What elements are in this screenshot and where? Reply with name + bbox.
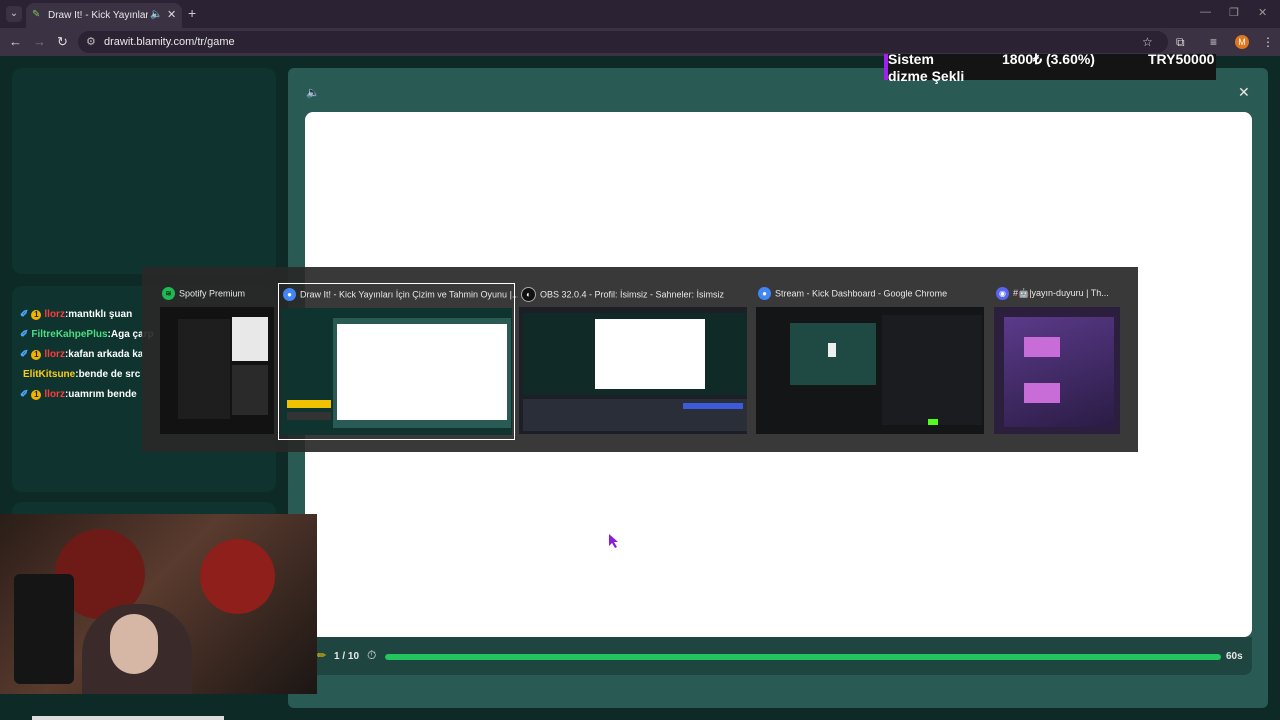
profile-avatar[interactable]: M bbox=[1235, 35, 1249, 49]
media-icon[interactable]: ≡ bbox=[1210, 35, 1217, 49]
switcher-item-discord[interactable]: ◉ #🤖|yayın-duyuru | Th... bbox=[992, 283, 1122, 438]
switcher-thumbnail bbox=[756, 307, 984, 434]
address-bar[interactable]: ⚙ drawit.blamity.com/tr/game bbox=[78, 31, 1168, 53]
chat-message: ✐ FiltreKahpePlus:Aga çarp bbox=[20, 329, 154, 340]
extensions-icon[interactable]: ⧉ bbox=[1176, 35, 1185, 50]
chat-username[interactable]: llorz bbox=[44, 309, 65, 320]
switcher-thumbnail bbox=[519, 307, 747, 434]
chrome-icon: ● bbox=[758, 287, 771, 300]
pin-icon: ✐ bbox=[20, 389, 29, 400]
chat-message: ElitKitsune:bende de src bbox=[20, 369, 140, 380]
gaming-chair bbox=[14, 574, 74, 684]
tab-strip: ⌄ ✎ Draw It! - Kick Yayınları İçin 🔈 ✕ +… bbox=[0, 0, 1280, 28]
chat-message: ✐ 1 llorz:mantıklı şuan bbox=[20, 309, 132, 320]
subscriber-badge-icon: 1 bbox=[31, 310, 42, 320]
switcher-title: #🤖|yayın-duyuru | Th... bbox=[1013, 288, 1109, 298]
chat-message: ✐ 1 llorz:kafan arkada ka bbox=[20, 349, 143, 360]
subscriber-badge-icon: 1 bbox=[31, 350, 42, 360]
pin-icon: ✐ bbox=[20, 349, 29, 360]
close-modal-icon[interactable]: ✕ bbox=[1238, 84, 1250, 101]
chat-message: ✐ 1 llorz:uamrım bende bbox=[20, 389, 137, 400]
restore-icon[interactable]: ❐ bbox=[1229, 6, 1239, 19]
timer-progress-bar bbox=[385, 654, 1221, 660]
switcher-thumbnail bbox=[281, 308, 512, 435]
pin-icon: ✐ bbox=[20, 309, 29, 320]
taskbar-edge bbox=[32, 716, 224, 720]
goal-amount: 1800₺ (3.60%) bbox=[1002, 51, 1095, 67]
chat-text: :mantıklı şuan bbox=[64, 309, 133, 320]
switcher-item-draw-it[interactable]: ● Draw It! - Kick Yayınları İçin Çizim ve… bbox=[278, 283, 518, 440]
close-window-icon[interactable]: ✕ bbox=[1258, 6, 1267, 19]
speaker-icon[interactable]: 🔈 bbox=[150, 9, 162, 20]
chat-username[interactable]: ElitKitsune bbox=[23, 369, 75, 380]
pencil-favicon-icon: ✎ bbox=[32, 9, 41, 20]
new-tab-button[interactable]: + bbox=[188, 5, 196, 21]
chat-username[interactable]: llorz bbox=[44, 389, 65, 400]
switcher-title: Draw It! - Kick Yayınları İçin Çizim ve … bbox=[300, 289, 518, 300]
sound-icon[interactable]: 🔈 bbox=[306, 86, 320, 99]
donation-goal-overlay: Sistem dizme Şekli 1800₺ (3.60%) TRY5000… bbox=[884, 51, 1216, 84]
bookmark-star-icon[interactable]: ☆ bbox=[1142, 35, 1153, 49]
goal-target: TRY50000 bbox=[1148, 51, 1215, 67]
switcher-header: ≋ Spotify Premium bbox=[162, 287, 280, 303]
switcher-thumbnail bbox=[160, 307, 274, 434]
chat-username[interactable]: FiltreKahpePlus bbox=[31, 329, 107, 340]
switcher-header: ● Draw It! - Kick Yayınları İçin Çizim ve… bbox=[283, 288, 518, 304]
webcam-overlay bbox=[0, 514, 317, 694]
tab-search-button[interactable]: ⌄ bbox=[6, 6, 22, 22]
url-text: drawit.blamity.com/tr/game bbox=[104, 36, 235, 48]
window-switcher: ≋ Spotify Premium ● Draw It! - Kick Yayınl… bbox=[142, 267, 1138, 452]
players-panel bbox=[12, 68, 276, 274]
subscriber-badge-icon: 1 bbox=[31, 390, 42, 400]
switcher-title: Spotify Premium bbox=[179, 288, 246, 299]
timer-progress-fill bbox=[385, 654, 1221, 660]
chat-username[interactable]: llorz bbox=[44, 349, 65, 360]
chrome-icon: ● bbox=[283, 288, 296, 301]
spotify-icon: ≋ bbox=[162, 287, 175, 300]
switcher-item-obs[interactable]: ◐ OBS 32.0.4 - Profil: İsimsiz - Sahneler… bbox=[517, 283, 749, 438]
tab-title: Draw It! - Kick Yayınları İçin bbox=[48, 10, 148, 21]
reload-icon[interactable]: ↻ bbox=[57, 34, 68, 50]
switcher-title: OBS 32.0.4 - Profil: İsimsiz - Sahneler:… bbox=[540, 289, 725, 300]
timer-seconds: 60s bbox=[1226, 651, 1243, 662]
minimize-icon[interactable]: — bbox=[1200, 6, 1211, 18]
menu-icon[interactable]: ⋮ bbox=[1262, 35, 1274, 49]
switcher-header: ◐ OBS 32.0.4 - Profil: İsimsiz - Sahneler… bbox=[521, 287, 753, 303]
wall-art-sun bbox=[200, 539, 275, 614]
switcher-item-kick-dashboard[interactable]: ● Stream - Kick Dashboard - Google Chrome bbox=[754, 283, 986, 438]
obs-icon: ◐ bbox=[521, 287, 536, 302]
switcher-thumbnail bbox=[994, 307, 1120, 434]
chat-text: :bende de src bbox=[75, 369, 141, 380]
discord-icon: ◉ bbox=[996, 287, 1009, 300]
close-tab-icon[interactable]: ✕ bbox=[167, 8, 176, 21]
chat-text: :kafan arkada ka bbox=[64, 349, 144, 360]
forward-icon[interactable]: → bbox=[33, 34, 46, 49]
goal-name: Sistem dizme Şekli bbox=[888, 51, 965, 84]
back-icon[interactable]: ← bbox=[9, 34, 22, 49]
chat-text: :uamrım bende bbox=[64, 389, 137, 400]
switcher-header: ◉ #🤖|yayın-duyuru | Th... bbox=[996, 287, 1126, 303]
switcher-header: ● Stream - Kick Dashboard - Google Chrome bbox=[758, 287, 990, 303]
site-info-icon[interactable]: ⚙ bbox=[86, 35, 96, 48]
switcher-item-spotify[interactable]: ≋ Spotify Premium bbox=[158, 283, 276, 438]
switcher-title: Stream - Kick Dashboard - Google Chrome bbox=[775, 288, 948, 299]
pin-icon: ✐ bbox=[20, 329, 29, 340]
streamer-face bbox=[110, 614, 158, 674]
timer-icon: ⏱ bbox=[367, 648, 377, 662]
pencil-icon: ✏ bbox=[317, 650, 327, 662]
tab-draw-it[interactable]: ✎ Draw It! - Kick Yayınları İçin 🔈 ✕ bbox=[26, 3, 182, 28]
round-counter: 1 / 10 bbox=[334, 651, 360, 662]
